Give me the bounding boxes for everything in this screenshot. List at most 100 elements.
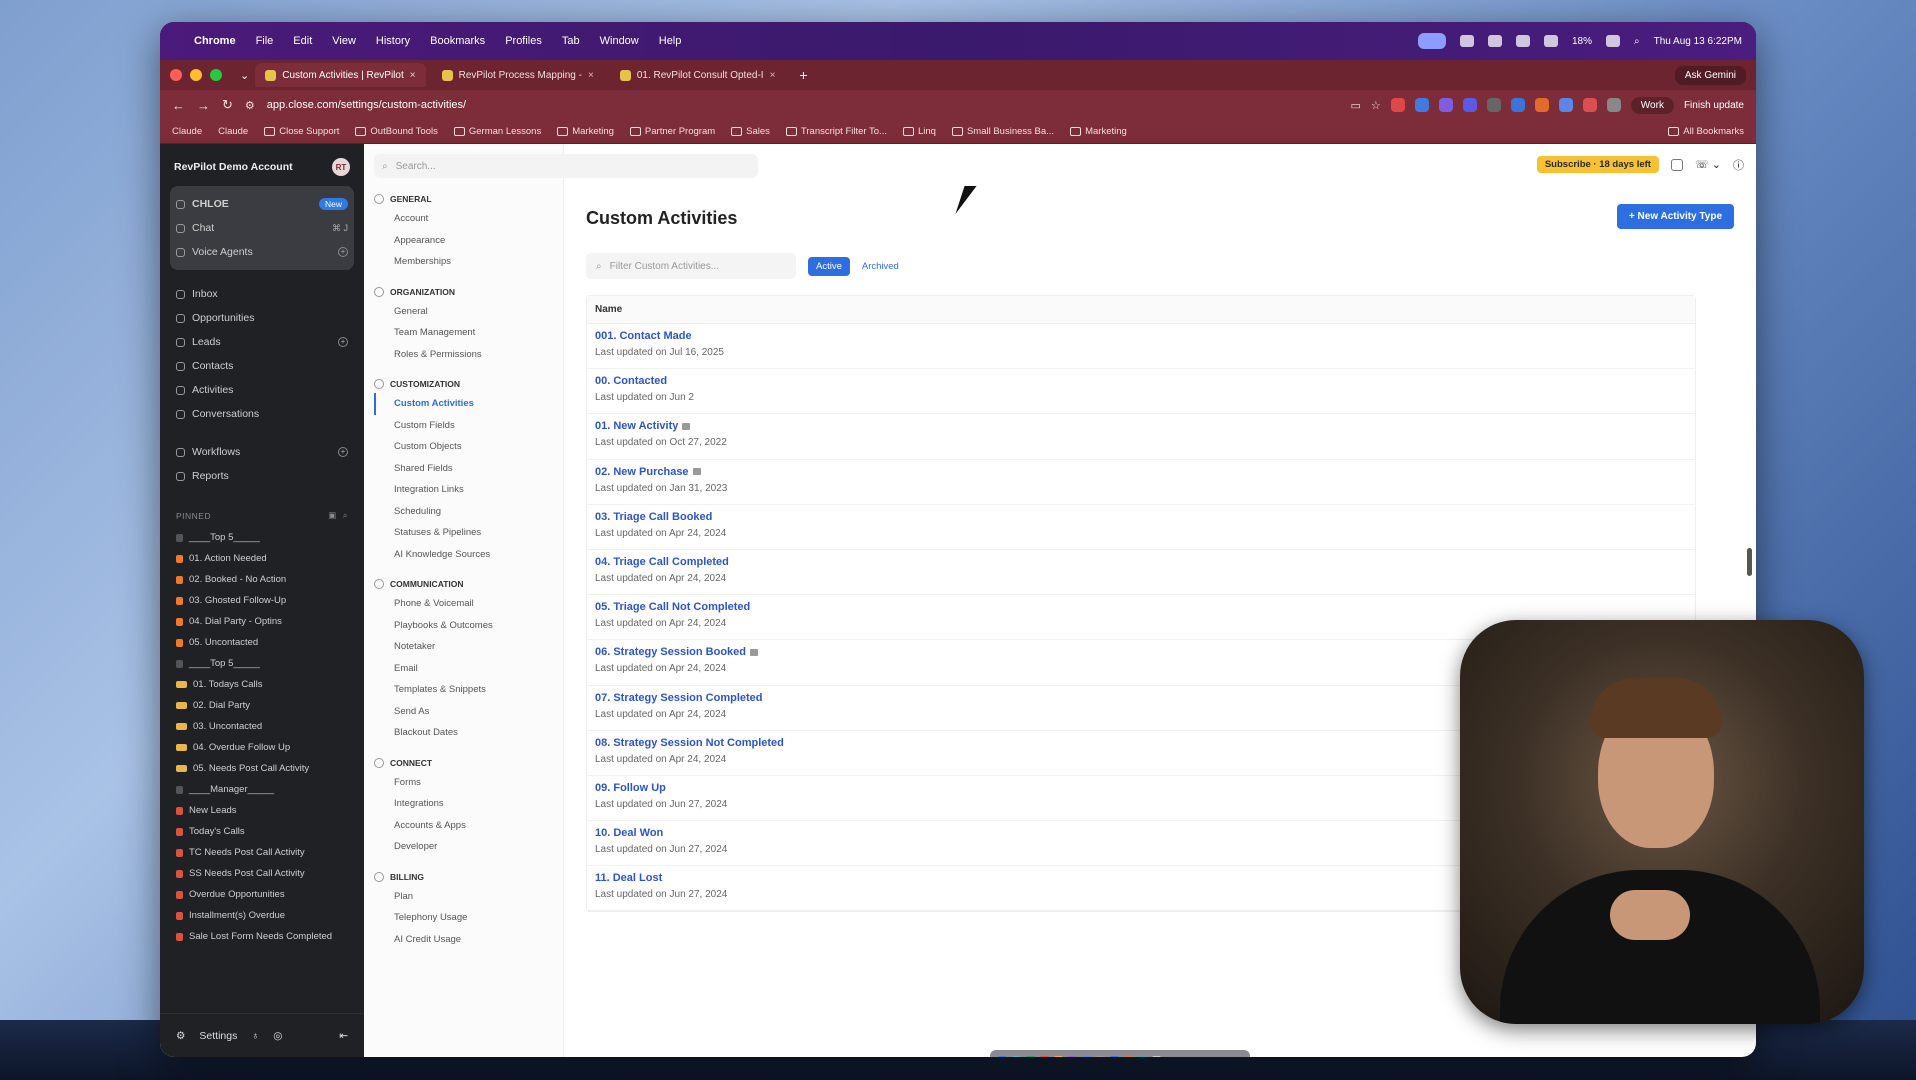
add-icon[interactable]: +: [338, 447, 348, 457]
settings-item-integrations[interactable]: Integrations: [374, 793, 553, 815]
pinned-item[interactable]: Sale Lost Form Needs Completed: [170, 926, 354, 947]
sidebar-item-conversations[interactable]: Conversations: [170, 402, 354, 426]
dock-app-icon[interactable]: [998, 1055, 1007, 1057]
close-tab-icon[interactable]: ×: [588, 70, 594, 81]
sidebar-item-chat[interactable]: Chat ⌘ J: [170, 216, 354, 240]
activity-name-link[interactable]: 09. Follow Up: [595, 782, 666, 794]
menubar-item-file[interactable]: File: [256, 35, 274, 47]
table-row[interactable]: 00. Contacted Last updated on Jun 2: [587, 369, 1695, 415]
menubar-item-tab[interactable]: Tab: [562, 35, 580, 47]
pinned-item[interactable]: 03. Ghosted Follow-Up: [170, 590, 354, 611]
extension-icon[interactable]: [1510, 98, 1525, 112]
calendar-icon[interactable]: [1670, 158, 1683, 171]
bookmark-item[interactable]: Transcript Filter To...: [785, 126, 887, 137]
activity-name-link[interactable]: 04. Triage Call Completed: [595, 556, 729, 568]
activity-name-link[interactable]: 11. Deal Lost: [595, 872, 662, 884]
url-field[interactable]: app.close.com/settings/custom-activities…: [267, 99, 466, 111]
back-icon[interactable]: ←: [172, 98, 185, 113]
activity-name-link[interactable]: 07. Strategy Session Completed: [595, 692, 763, 704]
settings-item-statuses-pipelines[interactable]: Statuses & Pipelines: [374, 522, 553, 544]
activity-name-link[interactable]: 06. Strategy Session Booked: [595, 646, 746, 658]
search-icon[interactable]: ⌕: [343, 510, 348, 521]
pinned-item[interactable]: Installment(s) Overdue: [170, 905, 354, 926]
bookmark-item[interactable]: Claude: [172, 126, 202, 137]
close-tab-icon[interactable]: ×: [770, 70, 776, 81]
extension-icon[interactable]: [1462, 98, 1477, 112]
activity-name-link[interactable]: 08. Strategy Session Not Completed: [595, 737, 784, 749]
mic-icon[interactable]: ♁: [251, 1030, 259, 1042]
dock-app-icon[interactable]: [1012, 1055, 1021, 1057]
activity-name-link[interactable]: 01. New Activity: [595, 420, 678, 432]
pinned-item[interactable]: 02. Booked - No Action: [170, 569, 354, 590]
help-icon[interactable]: ⓘ: [1733, 157, 1744, 173]
tab-2[interactable]: 01. RevPilot Consult Opted-I ×: [610, 63, 786, 87]
extension-icon[interactable]: [1438, 98, 1453, 112]
avatar[interactable]: RT: [332, 158, 350, 176]
status-icon[interactable]: [1487, 35, 1502, 47]
bookmark-item[interactable]: Marketing: [557, 126, 614, 137]
tab-archived[interactable]: Archived: [862, 261, 899, 272]
folder-add-icon[interactable]: ▣: [328, 510, 337, 521]
menubar-item-help[interactable]: Help: [659, 35, 682, 47]
dock-app-icon[interactable]: [1054, 1055, 1063, 1057]
dock-app-icon[interactable]: [1082, 1055, 1091, 1057]
collapse-sidebar-icon[interactable]: ⇤: [339, 1030, 348, 1042]
reload-icon[interactable]: ↻: [222, 97, 233, 113]
new-tab-button[interactable]: +: [791, 67, 815, 83]
settings-item-playbooks-outcomes[interactable]: Playbooks & Outcomes: [374, 615, 553, 637]
screen-record-icon[interactable]: [1417, 33, 1446, 49]
wifi-icon[interactable]: [1543, 35, 1558, 47]
bookmark-star-icon[interactable]: ☆: [1371, 99, 1381, 112]
table-row[interactable]: 03. Triage Call Booked Last updated on Ap…: [587, 505, 1695, 550]
subscribe-button[interactable]: Subscribe · 18 days left: [1536, 156, 1659, 173]
bookmark-item[interactable]: Small Business Ba...: [951, 126, 1054, 137]
settings-item-phone-voicemail[interactable]: Phone & Voicemail: [374, 593, 553, 615]
bookmark-item[interactable]: German Lessons: [453, 126, 541, 137]
dock-app-icon[interactable]: [1110, 1055, 1119, 1057]
tab-active[interactable]: Active: [808, 256, 850, 276]
settings-item-roles-permissions[interactable]: Roles & Permissions: [374, 344, 553, 366]
menubar-search-icon[interactable]: ⌕: [1634, 36, 1640, 47]
settings-link[interactable]: Settings: [199, 1030, 237, 1042]
tab-search-icon[interactable]: ⌄: [240, 69, 249, 82]
zoom-window-button[interactable]: [210, 69, 222, 81]
status-icon[interactable]: [1459, 35, 1474, 47]
pinned-item[interactable]: 05. Needs Post Call Activity: [170, 758, 354, 779]
pinned-item[interactable]: Overdue Opportunities: [170, 884, 354, 905]
settings-item-notetaker[interactable]: Notetaker: [374, 636, 553, 658]
dock-app-icon[interactable]: [1124, 1055, 1133, 1057]
scrollbar[interactable]: [1747, 548, 1752, 576]
install-icon[interactable]: ▭: [1351, 99, 1361, 112]
pinned-item[interactable]: 02. Dial Party: [170, 695, 354, 716]
dock-app-icon[interactable]: [1026, 1055, 1035, 1057]
settings-item-integration-links[interactable]: Integration Links: [374, 479, 553, 501]
sidebar-item-leads[interactable]: Leads +: [170, 330, 354, 354]
pinned-item[interactable]: 05. Uncontacted: [170, 632, 354, 653]
sidebar-item-activities[interactable]: Activities: [170, 378, 354, 402]
sidebar-item-reports[interactable]: Reports: [170, 464, 354, 488]
sidebar-item-contacts[interactable]: Contacts: [170, 354, 354, 378]
table-row[interactable]: 001. Contact Made Last updated on Jul 16,…: [587, 324, 1695, 370]
dock-app-icon[interactable]: [1096, 1055, 1105, 1057]
table-row[interactable]: 02. New Purchase Last updated on Jan 31, …: [587, 460, 1695, 505]
extensions-puzzle-icon[interactable]: [1606, 98, 1621, 112]
new-activity-type-button[interactable]: + New Activity Type: [1616, 204, 1734, 229]
tab-1[interactable]: RevPilot Process Mapping - ×: [432, 63, 604, 87]
table-row[interactable]: 04. Triage Call Completed Last updated on…: [587, 550, 1695, 596]
activity-name-link[interactable]: 02. New Purchase: [595, 466, 689, 478]
battery-percent[interactable]: 18%: [1572, 36, 1592, 47]
gear-icon[interactable]: ⚙: [176, 1030, 185, 1042]
close-tab-icon[interactable]: ×: [410, 70, 416, 81]
filter-input[interactable]: ⌕ Filter Custom Activities...: [586, 253, 796, 279]
settings-item-appearance[interactable]: Appearance: [374, 230, 553, 252]
settings-item-general[interactable]: General: [374, 301, 553, 323]
dock-app-icon[interactable]: [1068, 1055, 1077, 1057]
pinned-item[interactable]: SS Needs Post Call Activity: [170, 863, 354, 884]
sidebar-item-inbox[interactable]: Inbox: [170, 282, 354, 306]
pinned-item[interactable]: 04. Overdue Follow Up: [170, 737, 354, 758]
menubar-item-view[interactable]: View: [332, 35, 356, 47]
pinned-item[interactable]: 01. Todays Calls: [170, 674, 354, 695]
bookmark-item[interactable]: Partner Program: [629, 126, 715, 137]
extension-icon[interactable]: [1534, 98, 1549, 112]
settings-item-templates-snippets[interactable]: Templates & Snippets: [374, 679, 553, 701]
